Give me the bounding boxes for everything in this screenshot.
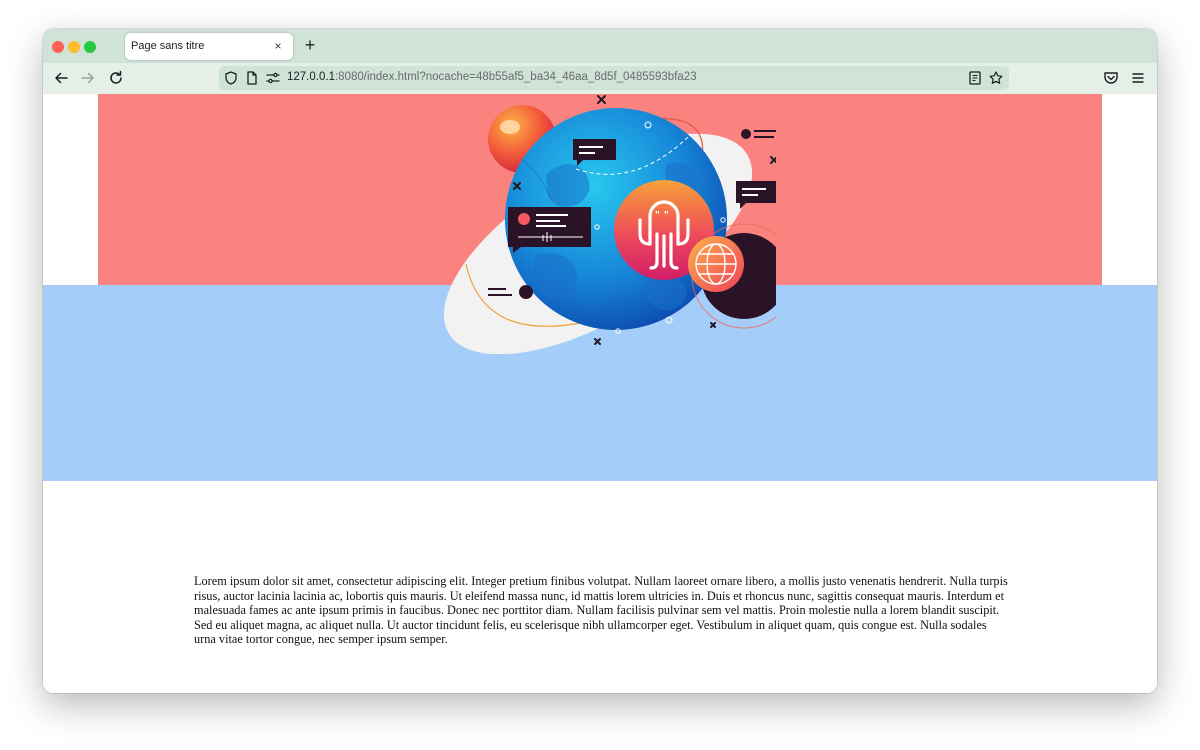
url-host: 127.0.0.1 — [287, 71, 335, 83]
svg-text:": " — [664, 210, 669, 221]
url-bar[interactable]: 127.0.0.1:8080/index.html?nocache=48b55a… — [219, 66, 1009, 90]
nav-bar: 127.0.0.1:8080/index.html?nocache=48b55a… — [43, 63, 1157, 95]
body-paragraph: Lorem ipsum dolor sit amet, consectetur … — [194, 574, 1008, 647]
profile-card — [508, 207, 591, 253]
tab-close-icon[interactable]: × — [270, 38, 286, 54]
browser-window: Page sans titre × + 127.0.0.1:8080/index… — [43, 29, 1157, 693]
page-icon[interactable] — [244, 70, 260, 86]
url-path: :8080/index.html?nocache=48b55af5_ba34_4… — [334, 71, 697, 83]
octopus-globe-illustration: " " — [443, 95, 776, 354]
forward-icon[interactable] — [79, 69, 97, 87]
permissions-icon[interactable] — [265, 70, 281, 86]
menu-icon[interactable] — [1129, 69, 1147, 87]
page-content: Lorem ipsum dolor sit amet, consectetur … — [43, 94, 1157, 693]
url-text[interactable]: 127.0.0.1:8080/index.html?nocache=48b55a… — [287, 71, 697, 83]
tab-title: Page sans titre — [131, 40, 205, 52]
bookmark-star-icon[interactable] — [988, 70, 1004, 86]
zoom-window-button[interactable] — [84, 41, 96, 53]
tab-active[interactable]: Page sans titre × — [125, 33, 293, 60]
reload-icon[interactable] — [107, 69, 125, 87]
close-window-button[interactable] — [52, 41, 64, 53]
reader-view-icon[interactable] — [967, 70, 983, 86]
pocket-icon[interactable] — [1102, 69, 1120, 87]
shield-icon[interactable] — [223, 70, 239, 86]
back-icon[interactable] — [52, 69, 70, 87]
minimize-window-button[interactable] — [68, 41, 80, 53]
tab-bar: Page sans titre × + — [43, 29, 1157, 63]
chat-bubble-right — [736, 181, 776, 209]
svg-text:": " — [655, 210, 660, 221]
new-tab-button[interactable]: + — [301, 36, 319, 54]
